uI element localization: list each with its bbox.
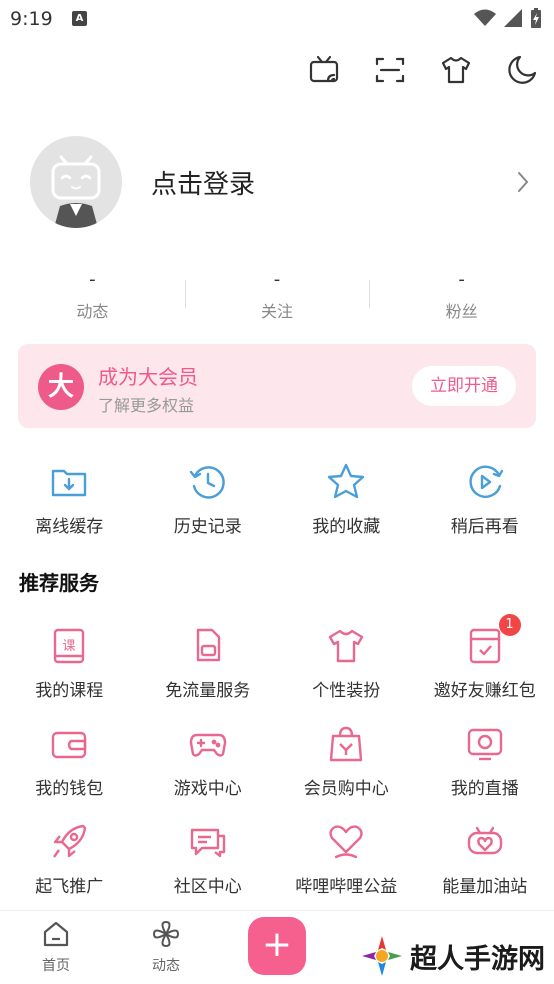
service-label: 邀好友赚红包: [433, 681, 536, 701]
service-label: 游戏中心: [173, 779, 242, 799]
service-my-courses[interactable]: 课 我的课程: [0, 622, 139, 701]
service-label: 我的钱包: [35, 779, 104, 799]
shopping-bag-icon: [330, 726, 363, 762]
stat-fans[interactable]: - 粉丝: [369, 268, 554, 328]
vip-open-button[interactable]: 立即开通: [412, 366, 516, 406]
quick-watch-later[interactable]: 稍后再看: [416, 458, 554, 537]
watermark-logo-icon: [362, 936, 402, 976]
status-time: 9:19: [10, 8, 53, 30]
service-my-live[interactable]: 我的直播: [416, 720, 554, 799]
battery-charging-icon: [531, 8, 541, 28]
service-label: 我的直播: [450, 779, 519, 799]
add-post-button[interactable]: +: [248, 917, 306, 975]
watch-later-icon: [469, 465, 503, 498]
default-avatar-mascot-icon: [51, 155, 101, 228]
user-stats: - 动态 - 关注 - 粉丝: [0, 268, 554, 328]
dress-up-icon: [329, 629, 364, 663]
community-chat-icon: [190, 828, 225, 858]
service-game-center[interactable]: 游戏中心: [139, 720, 278, 799]
invite-red-packet-icon: [469, 628, 500, 664]
service-label: 个性装扮: [312, 681, 381, 701]
quick-actions: 离线缓存 历史记录 我的收藏 稍后再看: [0, 458, 554, 537]
nav-dynamic[interactable]: 动态: [136, 919, 196, 975]
wifi-icon: [474, 9, 496, 26]
quick-label: 稍后再看: [450, 517, 519, 537]
course-icon: 课: [54, 628, 85, 664]
quick-offline-cache[interactable]: 离线缓存: [0, 458, 139, 537]
service-member-shop[interactable]: 会员购中心: [277, 720, 416, 799]
stat-label: 粉丝: [445, 302, 478, 321]
section-title-recommended: 推荐服务: [19, 571, 99, 595]
theme-shirt-icon[interactable]: [440, 54, 472, 86]
watermark-text: 超人手游网: [410, 943, 545, 975]
service-promotion[interactable]: 起飞推广: [0, 818, 139, 897]
quick-favorites[interactable]: 我的收藏: [277, 458, 416, 537]
wallet-icon: [52, 731, 87, 759]
service-label: 我的课程: [35, 681, 104, 701]
quick-history[interactable]: 历史记录: [139, 458, 278, 537]
service-label: 会员购中心: [303, 779, 389, 799]
service-invite-red-packet[interactable]: 1 邀好友赚红包: [416, 614, 554, 701]
vip-banner[interactable]: 大 成为大会员 了解更多权益 立即开通: [18, 344, 536, 428]
stat-value: -: [89, 269, 96, 290]
offline-cache-icon: [52, 469, 87, 497]
stat-value: -: [273, 269, 281, 290]
profile-login-row[interactable]: 点击登录: [30, 136, 540, 228]
vip-badge-icon: 大: [38, 364, 84, 410]
service-label: 免流量服务: [165, 681, 251, 701]
service-label: 起飞推广: [35, 877, 104, 897]
top-actions: [308, 54, 538, 86]
quick-label: 离线缓存: [35, 517, 104, 537]
service-free-data[interactable]: 免流量服务: [139, 622, 278, 701]
home-icon: [43, 921, 69, 947]
night-mode-icon[interactable]: [506, 54, 538, 86]
avatar[interactable]: [30, 136, 122, 228]
energy-station-icon: [467, 826, 502, 855]
status-bar: 9:19 A: [0, 0, 554, 40]
nav-label: 首页: [42, 958, 70, 974]
watermark: 超人手游网: [360, 932, 545, 980]
live-icon: [467, 728, 502, 761]
dynamic-pinwheel-icon: [153, 921, 179, 947]
service-dress-up[interactable]: 个性装扮: [277, 622, 416, 701]
stat-value: -: [458, 269, 465, 290]
tv-cast-icon[interactable]: [308, 54, 340, 86]
quick-label: 我的收藏: [312, 517, 381, 537]
vip-subtitle: 了解更多权益: [98, 396, 195, 415]
stat-label: 动态: [76, 302, 109, 321]
nav-label: 动态: [152, 958, 180, 974]
services-grid: 课 我的课程 免流量服务 个性装扮 1 邀好友赚红包 我的钱包 游戏中心 会员购…: [0, 614, 554, 897]
service-wallet[interactable]: 我的钱包: [0, 720, 139, 799]
rocket-icon: [53, 824, 87, 858]
stat-label: 关注: [261, 302, 294, 321]
service-charity[interactable]: 哔哩哔哩公益: [277, 818, 416, 897]
favorite-star-icon: [328, 463, 365, 499]
scan-icon[interactable]: [374, 54, 406, 86]
game-center-icon: [189, 733, 226, 757]
service-label: 能量加油站: [442, 877, 528, 897]
login-prompt[interactable]: 点击登录: [151, 164, 255, 201]
charity-heart-icon: [329, 825, 363, 859]
quick-label: 历史记录: [173, 517, 242, 537]
free-data-icon: [196, 628, 220, 662]
nav-home[interactable]: 首页: [26, 919, 86, 975]
vip-title: 成为大会员: [98, 365, 198, 389]
history-icon: [189, 466, 225, 499]
service-energy-station[interactable]: 能量加油站: [416, 818, 554, 897]
notification-badge: 1: [498, 614, 521, 636]
svg-text:课: 课: [63, 639, 76, 654]
signal-icon: [504, 9, 522, 27]
chevron-right-icon: [518, 172, 529, 192]
service-community[interactable]: 社区中心: [139, 818, 278, 897]
service-label: 社区中心: [173, 877, 242, 897]
service-label: 哔哩哔哩公益: [295, 877, 398, 897]
stat-following[interactable]: - 关注: [184, 268, 370, 328]
stat-dynamics[interactable]: - 动态: [0, 268, 185, 328]
notification-app-icon: A: [72, 11, 87, 26]
